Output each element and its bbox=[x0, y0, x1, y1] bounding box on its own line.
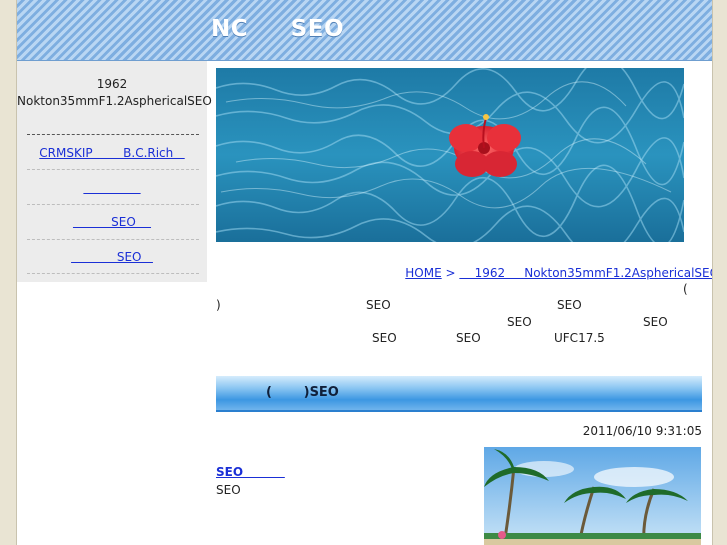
sidebar-divider bbox=[27, 239, 199, 240]
site-header: NC SEO bbox=[17, 0, 712, 61]
sidebar-divider bbox=[27, 134, 199, 135]
water-hibiscus-photo bbox=[216, 68, 684, 242]
post-image bbox=[484, 447, 701, 545]
sidebar-divider bbox=[27, 204, 199, 205]
intro-text: SEO bbox=[507, 315, 532, 329]
page-frame: NC SEO 1962 Nokton35mmF1.2AsphericalSEO … bbox=[16, 0, 713, 545]
breadcrumb-current[interactable]: 1962 Nokton35mmF1.2AsphericalSEO bbox=[459, 266, 712, 280]
sidebar-intro-line2: Nokton35mmF1.2AsphericalSEO bbox=[17, 94, 212, 108]
sidebar-divider bbox=[27, 169, 199, 170]
intro-text: UFC17.5 bbox=[554, 331, 605, 345]
section-heading-bar: ( )SEO bbox=[216, 376, 702, 412]
intro-text: SEO bbox=[456, 331, 481, 345]
intro-text: SEO bbox=[643, 315, 668, 329]
intro-text: ( bbox=[683, 282, 688, 296]
sidebar-link-crmskip[interactable]: CRMSKIP B.C.Rich bbox=[17, 146, 207, 160]
breadcrumb-separator: > bbox=[441, 266, 460, 280]
intro-text: SEO bbox=[557, 298, 582, 312]
site-title[interactable]: NC SEO bbox=[211, 16, 344, 42]
breadcrumb: HOME > 1962 Nokton35mmF1.2AsphericalSEO bbox=[390, 252, 712, 294]
breadcrumb-home[interactable]: HOME bbox=[405, 266, 441, 280]
sidebar-divider bbox=[27, 273, 199, 274]
sidebar: 1962 Nokton35mmF1.2AsphericalSEO CRMSKIP… bbox=[17, 61, 212, 282]
sidebar-intro-line1: 1962 bbox=[96, 77, 128, 91]
intro-text: SEO bbox=[366, 298, 391, 312]
sidebar-link-2[interactable] bbox=[17, 181, 207, 195]
sidebar-link-seo-2[interactable]: SEO bbox=[17, 250, 207, 264]
palm-trees-photo bbox=[484, 447, 701, 545]
post-date: 2011/06/10 9:31:05 bbox=[582, 424, 702, 438]
intro-text: SEO bbox=[372, 331, 397, 345]
intro-text: ) bbox=[216, 298, 221, 312]
sidebar-link-seo-1[interactable]: SEO bbox=[17, 215, 207, 229]
post-body-text: SEO bbox=[216, 483, 241, 497]
post-title-link[interactable]: SEO bbox=[216, 465, 285, 479]
sidebar-intro: 1962 Nokton35mmF1.2AsphericalSEO bbox=[17, 76, 212, 110]
hero-image bbox=[216, 68, 684, 242]
section-title: ( )SEO bbox=[266, 385, 339, 400]
